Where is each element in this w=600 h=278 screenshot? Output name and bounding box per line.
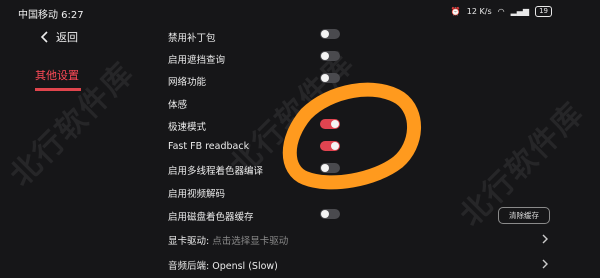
orange-circle-annotation xyxy=(282,82,421,190)
